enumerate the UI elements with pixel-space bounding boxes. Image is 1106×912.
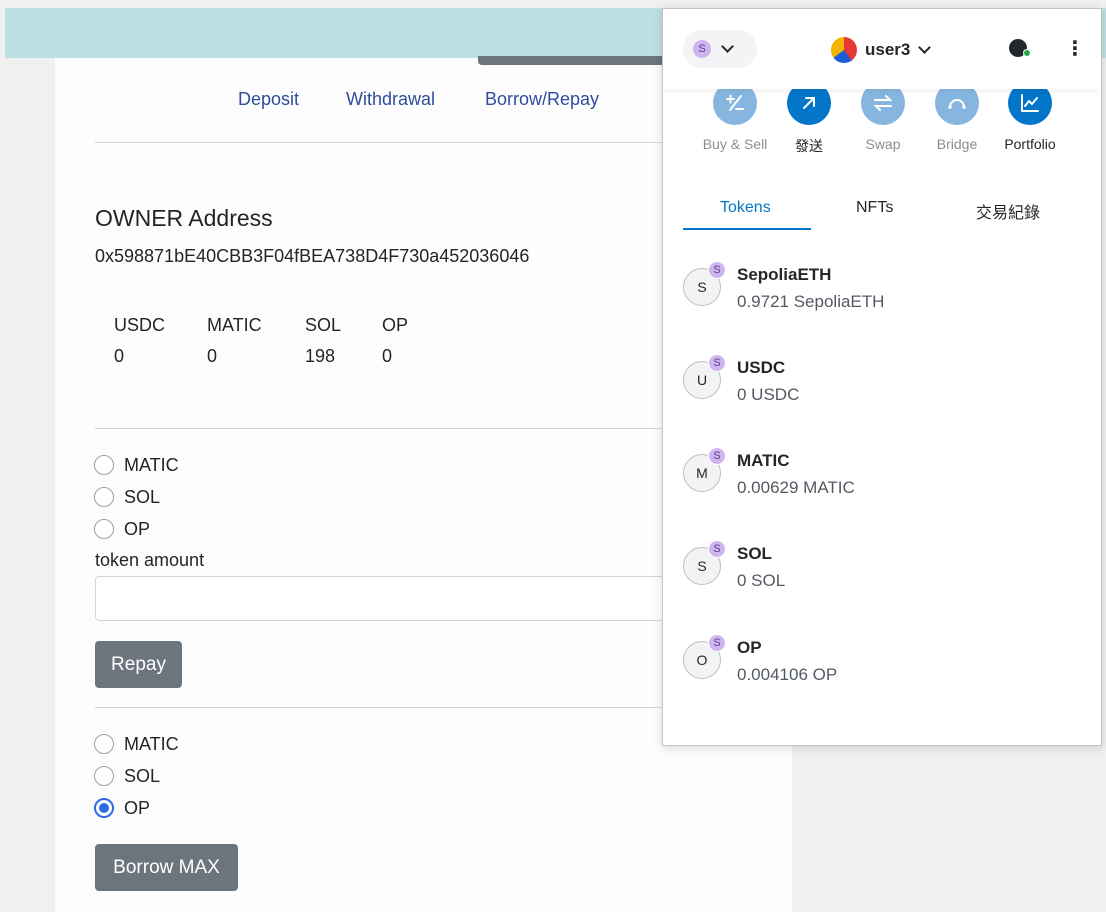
account-selector[interactable]: user3 [831, 37, 932, 63]
token-row[interactable]: S S SepoliaETH 0.9721 SepoliaETH [683, 259, 1083, 319]
token-amount-input[interactable] [95, 576, 695, 621]
balance-symbol: OP [382, 315, 409, 335]
token-name: OP [737, 638, 762, 657]
more-options-icon[interactable]: ⋮ [1065, 39, 1085, 59]
network-badge: S [708, 540, 726, 558]
repay-option-matic[interactable]: MATIC [94, 453, 179, 477]
network-badge: S [708, 261, 726, 279]
network-selector[interactable]: S [683, 30, 757, 68]
radio-button[interactable] [94, 519, 114, 539]
radio-button[interactable] [94, 487, 114, 507]
radio-label: MATIC [124, 733, 179, 754]
network-badge: S [708, 634, 726, 652]
account-avatar [831, 37, 857, 63]
radio-label: SOL [124, 765, 161, 786]
chevron-down-icon [918, 41, 932, 54]
action-label: Bridge [936, 136, 978, 152]
divider [95, 428, 715, 429]
owner-address: 0x598871bE40CBB3F04fBEA738D4F730a4520360… [95, 246, 530, 266]
balance-amount: 198 [305, 346, 336, 366]
radio-label: MATIC [124, 454, 179, 475]
nav-borrow-repay[interactable]: Borrow/Repay [485, 89, 599, 110]
radio-button[interactable] [94, 766, 114, 786]
borrow-option-op[interactable]: OP [94, 796, 150, 820]
radio-label: OP [124, 797, 151, 818]
radio-label: SOL [124, 486, 161, 507]
token-name: SOL [737, 544, 772, 563]
wallet-popup: S user3 ⋮ Buy & Sell 發送 Swap Bridge Port… [662, 8, 1102, 746]
action-label: 發送 [795, 138, 823, 154]
repay-option-op[interactable]: OP [94, 517, 150, 541]
network-badge: S [708, 354, 726, 372]
chevron-down-icon [721, 40, 734, 53]
token-row[interactable]: M S MATIC 0.00629 MATIC [683, 445, 1083, 505]
balance-symbol: MATIC [207, 315, 262, 335]
balance-amount: 0 [114, 346, 125, 366]
token-balance: 0 USDC [737, 385, 800, 404]
wallet-header: S user3 ⋮ [663, 9, 1101, 89]
token-row[interactable]: U S USDC 0 USDC [683, 352, 1083, 412]
balance-amount: 0 [207, 346, 218, 366]
token-row[interactable]: O S OP 0.004106 OP [683, 632, 1083, 692]
token-balance: 0.004106 OP [737, 665, 838, 684]
borrow-option-sol[interactable]: SOL [94, 764, 160, 788]
nav-deposit[interactable]: Deposit [238, 89, 299, 110]
account-name: user3 [865, 40, 911, 59]
token-name: SepoliaETH [737, 265, 832, 284]
owner-title: OWNER Address [95, 205, 273, 231]
action-bridge[interactable]: Bridge [917, 81, 997, 152]
token-balance: 0.9721 SepoliaETH [737, 292, 885, 311]
radio-label: OP [124, 518, 151, 539]
borrow-option-matic[interactable]: MATIC [94, 732, 179, 756]
balance-symbol: USDC [114, 315, 166, 335]
token-name: MATIC [737, 451, 790, 470]
action-swap[interactable]: Swap [843, 81, 923, 152]
tab-activity[interactable]: 交易紀錄 [976, 199, 1040, 223]
balance-amount: 0 [382, 346, 393, 366]
divider [95, 707, 715, 708]
balance-usdc: USDC 0 [114, 315, 165, 367]
header-button[interactable] [478, 56, 678, 65]
token-balance: 0 SOL [737, 571, 786, 590]
network-badge: S [708, 447, 726, 465]
balance-matic: MATIC 0 [207, 315, 262, 367]
tab-nfts[interactable]: NFTs [856, 199, 893, 217]
balance-symbol: SOL [305, 315, 342, 335]
repay-button[interactable]: Repay [95, 641, 182, 688]
token-balance: 0.00629 MATIC [737, 478, 855, 497]
radio-button[interactable] [94, 734, 114, 754]
balance-sol: SOL 198 [305, 315, 341, 367]
action-send[interactable]: 發送 [769, 81, 849, 156]
radio-button-selected[interactable] [94, 798, 114, 818]
active-tab-indicator [683, 228, 811, 230]
action-buy-sell[interactable]: Buy & Sell [695, 81, 775, 152]
balance-op: OP 0 [382, 315, 408, 367]
action-label: Buy & Sell [702, 136, 768, 152]
tab-tokens[interactable]: Tokens [720, 199, 771, 217]
action-label: Swap [865, 136, 901, 152]
action-portfolio[interactable]: Portfolio [990, 81, 1070, 152]
radio-button[interactable] [94, 455, 114, 475]
borrow-max-button[interactable]: Borrow MAX [95, 844, 238, 891]
token-amount-label: token amount [95, 550, 205, 570]
connected-status-dot [1023, 49, 1031, 57]
repay-option-sol[interactable]: SOL [94, 485, 160, 509]
token-name: USDC [737, 358, 786, 377]
action-label: Portfolio [1004, 136, 1056, 152]
network-badge: S [693, 40, 711, 58]
token-row[interactable]: S S SOL 0 SOL [683, 538, 1083, 598]
nav-withdrawal[interactable]: Withdrawal [346, 89, 435, 110]
divider [95, 142, 715, 143]
